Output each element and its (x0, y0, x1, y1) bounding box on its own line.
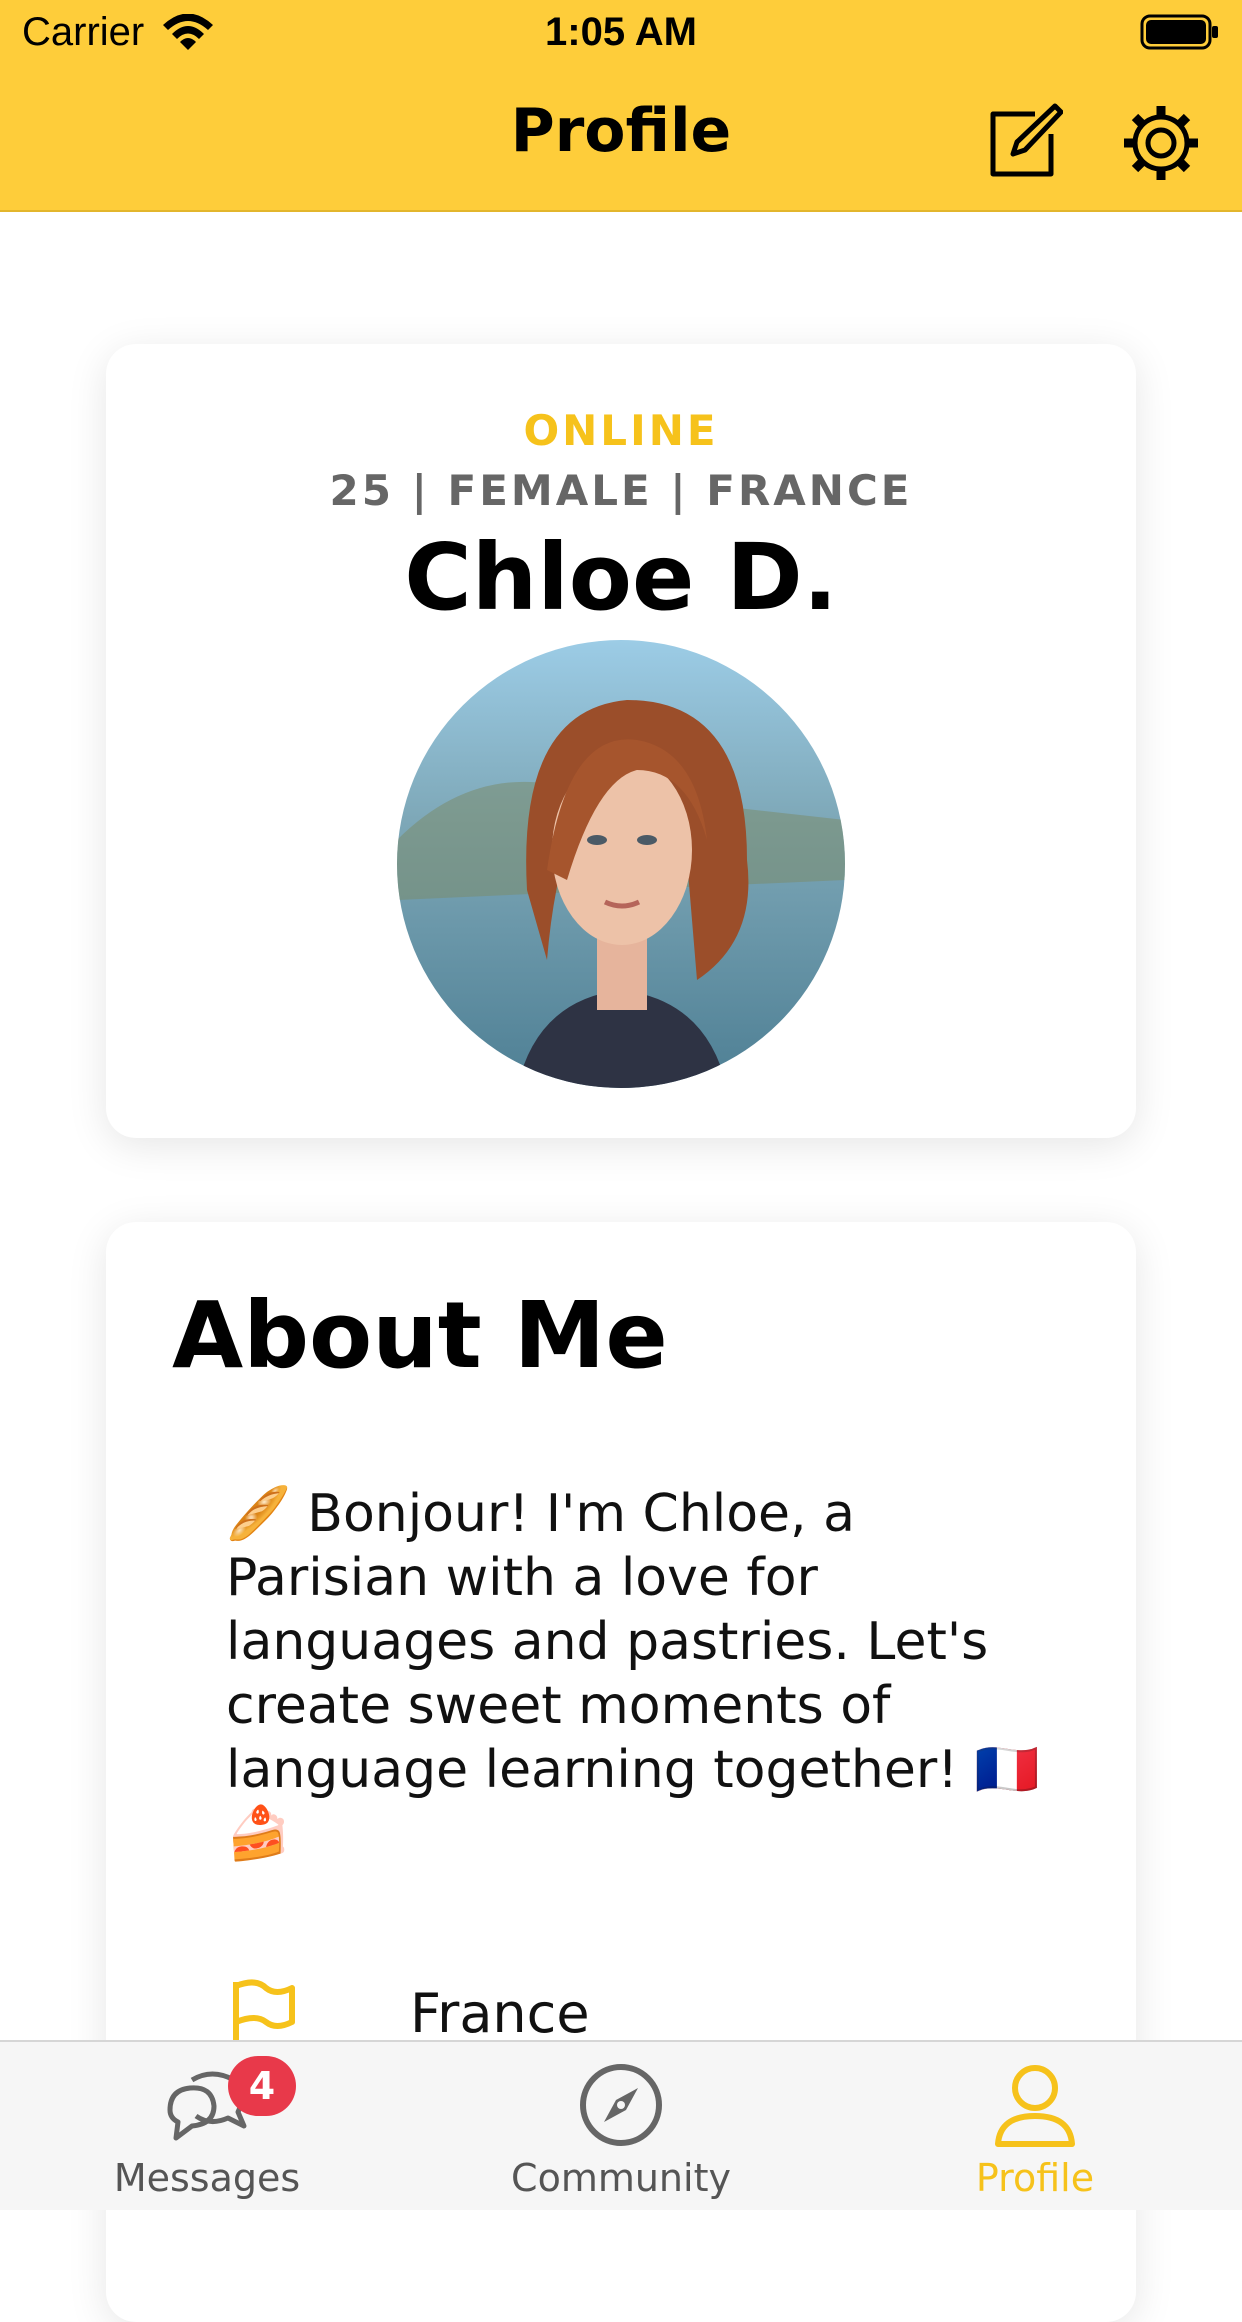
profile-meta: 25 | FEMALE | FRANCE (329, 466, 913, 515)
tab-label-messages: Messages (113, 2156, 301, 2200)
bio-text: 🥖 Bonjour! I'm Chloe, a Parisian with a … (226, 1484, 1040, 1864)
gear-icon[interactable] (1120, 102, 1202, 184)
messages-badge: 4 (228, 2056, 296, 2116)
compass-icon (580, 2064, 662, 2146)
edit-profile-button[interactable] (985, 102, 1063, 180)
status-bar: Carrier 1:05 AM (0, 0, 1242, 66)
flag-icon (233, 1979, 295, 2048)
avatar[interactable] (397, 640, 845, 1088)
status-time: 1:05 AM (545, 10, 697, 54)
tab-label-profile: Profile (975, 2156, 1095, 2200)
about-title: About Me (172, 1282, 668, 1389)
battery-icon (1140, 14, 1218, 50)
tab-messages[interactable]: 4 Messages (0, 2042, 414, 2210)
profile-name: Chloe D. (404, 524, 838, 631)
tab-community[interactable]: Community (414, 2042, 828, 2210)
tab-profile[interactable]: Profile (828, 2042, 1242, 2210)
tab-bar: 4 Messages Community Profile (0, 2040, 1242, 2210)
nav-bar: Profile (0, 66, 1242, 212)
country-label: France (410, 1982, 590, 2045)
profile-card: ONLINE 25 | FEMALE | FRANCE Chloe D. (106, 344, 1136, 1138)
online-status: ONLINE (523, 406, 719, 455)
tab-label-community: Community (511, 2156, 731, 2200)
person-icon (995, 2065, 1075, 2147)
